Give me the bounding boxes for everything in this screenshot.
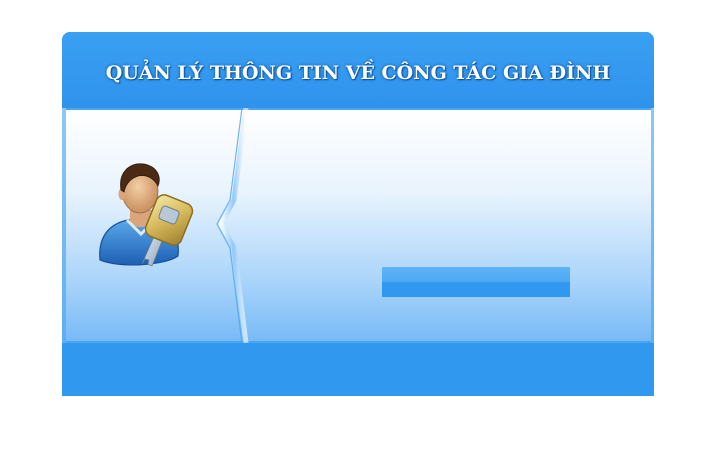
body-frame-right — [651, 108, 654, 343]
action-bar[interactable] — [382, 267, 570, 297]
panel-header: QUẢN LÝ THÔNG TIN VỀ CÔNG TÁC GIA ĐÌNH — [62, 32, 654, 108]
user-with-key-icon — [94, 160, 198, 272]
panel-footer — [62, 343, 654, 396]
login-panel: QUẢN LÝ THÔNG TIN VỀ CÔNG TÁC GIA ĐÌNH — [62, 32, 654, 396]
body-frame-left — [62, 108, 66, 343]
panel-divider — [216, 108, 249, 343]
panel-body — [62, 108, 654, 343]
page-title: QUẢN LÝ THÔNG TIN VỀ CÔNG TÁC GIA ĐÌNH — [105, 62, 611, 84]
